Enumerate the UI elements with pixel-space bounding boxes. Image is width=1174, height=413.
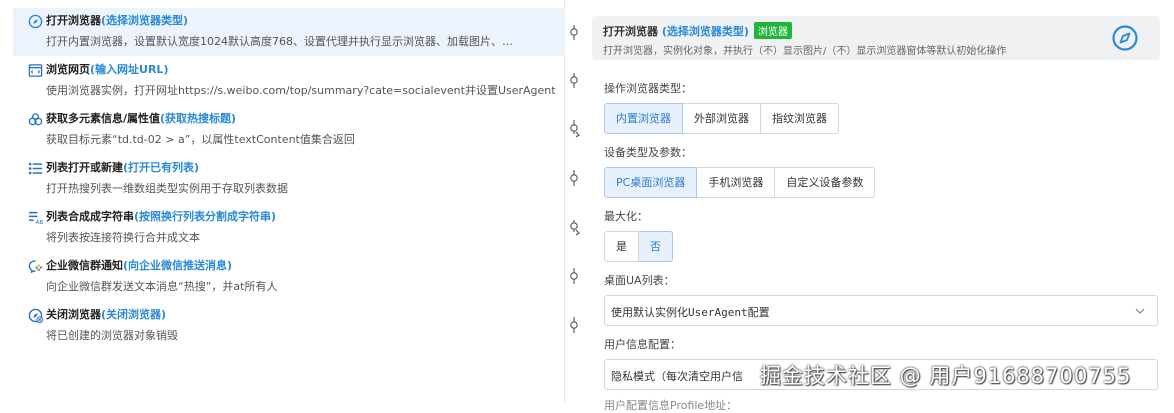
svg-text:AB: AB (36, 220, 44, 225)
step-desc: 将已创建的浏览器对象销毁 (46, 329, 178, 342)
step-desc: 向企业微信群发送文本消息“热搜”，并at所有人 (46, 280, 278, 293)
panel-title: 打开浏览器 (选择浏览器类型) 浏览器 (603, 22, 792, 39)
option-maximize-no[interactable]: 否 (639, 231, 673, 262)
maximize-selector: 是 否 (604, 231, 673, 262)
step-desc: 打开热搜列表一维数组类型实例用于存取列表数据 (46, 182, 288, 195)
browser-type-label: 操作浏览器类型： (604, 82, 692, 95)
panel-description: 打开浏览器，实例化对象，并执行（不）显示图片/（不）显示浏览器窗体等默认初始化操… (603, 46, 1007, 57)
step-title: 企业微信群通知(向企业微信推送消息) (46, 259, 233, 272)
step-browse-page[interactable]: 浏览网页(输入网址URL) 使用浏览器实例，打开网址https://s.weib… (13, 57, 565, 105)
profile-path-label: 用户配置信息Profile地址： (604, 399, 738, 412)
step-wecom-notify[interactable]: 企业微信群通知(向企业微信推送消息) 向企业微信群发送文本消息“热搜”，并at所… (13, 253, 565, 301)
compass-icon (1112, 25, 1138, 51)
option-pc-browser[interactable]: PC桌面浏览器 (604, 167, 698, 198)
panel-header-card: 打开浏览器 (选择浏览器类型) 浏览器 打开浏览器，实例化对象，并执行（不）显示图… (592, 16, 1160, 60)
step-title: 获取多元素信息/属性值(获取热搜标题) (46, 112, 237, 125)
ua-list-label: 桌面UA列表： (604, 274, 675, 287)
option-builtin-browser[interactable]: 内置浏览器 (604, 103, 683, 134)
ua-select-value: 使用默认实例化UserAgent配置 (611, 306, 770, 319)
step-title: 列表打开或新建(打开已有列表) (46, 161, 200, 174)
step-list-join[interactable]: AB 列表合成成字符串(按照换行列表分割成字符串) 将列表按连接符换行合并成文本 (13, 204, 565, 252)
connector-handle-branch[interactable] (570, 120, 580, 138)
list-icon (28, 162, 43, 175)
wecom-icon (28, 260, 43, 274)
option-mobile-browser[interactable]: 手机浏览器 (697, 167, 776, 198)
option-fingerprint-browser[interactable]: 指纹浏览器 (761, 103, 839, 134)
step-list-open[interactable]: 列表打开或新建(打开已有列表) 打开热搜列表一维数组类型实例用于存取列表数据 (13, 155, 565, 203)
step-list: 打开浏览器(选择浏览器类型) 打开内置浏览器，设置默认宽度1024默认高度768… (0, 0, 565, 404)
step-open-browser[interactable]: 打开浏览器(选择浏览器类型) 打开内置浏览器，设置默认宽度1024默认高度768… (13, 8, 565, 56)
connector-handle[interactable] (570, 268, 578, 284)
device-type-selector: PC桌面浏览器 手机浏览器 自定义设备参数 (604, 167, 876, 198)
multi-element-icon (28, 113, 43, 126)
compass-icon (28, 14, 43, 29)
connector-handle[interactable] (570, 73, 578, 88)
category-badge: 浏览器 (753, 22, 792, 39)
step-get-elements[interactable]: 获取多元素信息/属性值(获取热搜标题) 获取目标元素“td.td-02 > a”… (13, 106, 565, 154)
step-close-browser[interactable]: 关闭浏览器(关闭浏览器) 将已创建的浏览器对象销毁 (13, 302, 565, 350)
step-title: 关闭浏览器(关闭浏览器) (46, 308, 167, 321)
browser-type-selector: 内置浏览器 外部浏览器 指纹浏览器 (604, 103, 839, 134)
step-title: 列表合成成字符串(按照换行列表分割成字符串) (46, 210, 277, 223)
maximize-label: 最大化： (604, 210, 648, 223)
step-desc: 获取目标元素“td.td-02 > a”，以属性textContent值集合返回 (46, 133, 355, 146)
connector-handle[interactable] (570, 317, 578, 333)
chevron-down-icon (1135, 308, 1145, 314)
connector-handle[interactable] (570, 25, 578, 40)
user-info-label: 用户信息配置： (604, 338, 681, 351)
web-page-icon (28, 64, 43, 77)
option-custom-device[interactable]: 自定义设备参数 (775, 167, 876, 198)
option-external-browser[interactable]: 外部浏览器 (683, 103, 761, 134)
connector-handles (570, 25, 580, 333)
user-info-select-value: 隐私模式（每次清空用户信 (611, 370, 743, 383)
ua-select[interactable]: 使用默认实例化UserAgent配置 (604, 295, 1158, 326)
close-browser-icon (28, 308, 43, 323)
step-desc: 使用浏览器实例，打开网址https://s.weibo.com/top/summ… (46, 84, 556, 97)
option-maximize-yes[interactable]: 是 (604, 231, 639, 262)
step-desc: 将列表按连接符换行合并成文本 (46, 231, 200, 244)
watermark: 掘金技术社区 @ 用户91688700755 (760, 364, 1132, 388)
step-desc: 打开内置浏览器，设置默认宽度1024默认高度768、设置代理并执行显示浏览器、加… (46, 35, 513, 48)
connector-handle[interactable] (570, 170, 578, 186)
step-title: 浏览网页(输入网址URL) (46, 63, 169, 76)
list-join-icon: AB (28, 211, 44, 225)
connector-handle-branch[interactable] (570, 220, 580, 236)
property-panel: 打开浏览器 (选择浏览器类型) 浏览器 打开浏览器，实例化对象，并执行（不）显示图… (590, 0, 1174, 404)
step-title: 打开浏览器(选择浏览器类型) (46, 14, 189, 27)
device-type-label: 设备类型及参数： (604, 146, 692, 159)
